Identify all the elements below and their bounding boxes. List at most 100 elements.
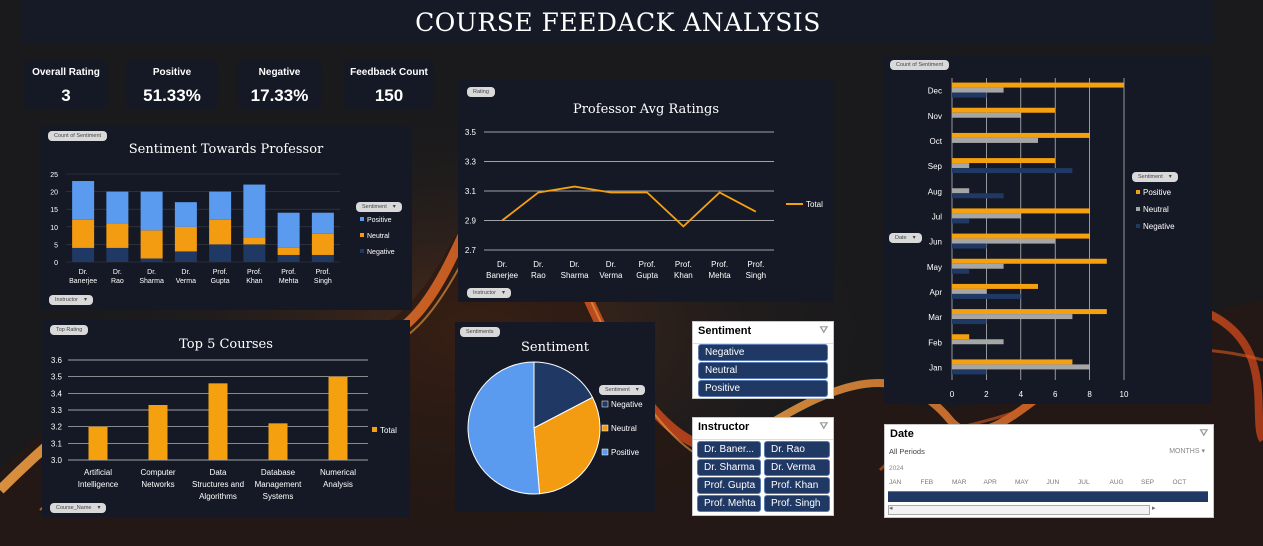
clear-filter-icon[interactable]: ⛛ xyxy=(1200,428,1208,439)
bar-segment xyxy=(140,191,163,231)
legend-swatch xyxy=(1136,190,1140,194)
slicer-item-dr-verma[interactable]: Dr. Verma xyxy=(764,459,830,476)
slicer-item-dr-sharma[interactable]: Dr. Sharma xyxy=(697,459,761,476)
timeline-month-label[interactable]: OCT xyxy=(1173,479,1187,486)
x-tick-label: Dr. xyxy=(147,269,156,276)
sentiment-filter-chip[interactable]: Sentiment ▾ xyxy=(1132,172,1178,182)
y-tick-label: Feb xyxy=(928,338,942,347)
date-filter-chip[interactable]: Date ▾ xyxy=(889,233,922,243)
y-tick-label: 2.9 xyxy=(465,217,477,226)
bar xyxy=(952,238,1056,244)
timeline-month-label[interactable]: JAN xyxy=(889,479,901,486)
bar-segment xyxy=(106,223,129,248)
course-name-filter-chip[interactable]: Course_Name ▾ xyxy=(50,503,107,513)
legend-label: Total xyxy=(806,200,823,209)
kpi-value: 17.33% xyxy=(250,86,309,105)
x-tick-label: Data xyxy=(210,468,227,477)
scroll-left-icon[interactable]: ◂ xyxy=(889,504,893,512)
bar xyxy=(952,158,1056,164)
timeline-month-label[interactable]: APR xyxy=(984,479,997,486)
x-tick-label: 4 xyxy=(1019,390,1024,399)
bar-segment xyxy=(243,184,266,238)
x-tick-label: Prof. xyxy=(213,269,228,276)
x-tick-label: 2 xyxy=(984,390,989,399)
y-tick-label: 2.7 xyxy=(465,246,477,255)
timeline-scrollbar[interactable] xyxy=(888,505,1150,515)
y-tick-label: 5 xyxy=(54,242,58,249)
kpi-positive: Positive 51.33% xyxy=(126,60,218,110)
timeline-bar[interactable] xyxy=(888,491,1208,502)
slicer-item-prof-gupta[interactable]: Prof. Gupta xyxy=(697,477,761,494)
slicer-item-prof-khan[interactable]: Prof. Khan xyxy=(764,477,830,494)
legend-swatch xyxy=(1136,207,1140,211)
bar xyxy=(952,163,970,169)
y-tick-label: 15 xyxy=(50,207,58,214)
date-timeline: Date ⛛ All Periods MONTHS ▾ 2024 JAN FEB MA… xyxy=(884,424,1214,518)
bar-segment xyxy=(72,247,95,262)
kpi-label: Overall Rating xyxy=(32,67,100,78)
sentiment-filter-chip[interactable]: Sentiment ▾ xyxy=(356,202,402,212)
bar-segment xyxy=(140,230,163,259)
y-tick-label: May xyxy=(927,263,942,272)
x-tick-label: Verma xyxy=(176,278,196,285)
sentiment-slicer: Sentiment ⛛ Negative Neutral Positive xyxy=(692,321,834,399)
bar-segment xyxy=(277,254,300,262)
x-tick-label: Khan xyxy=(246,278,262,285)
instructor-slicer: Instructor ⛛ Dr. Baner... Dr. Rao Dr. Sha… xyxy=(692,417,834,516)
timeline-month-label[interactable]: MAY xyxy=(1015,479,1029,486)
timeline-month-label[interactable]: AUG xyxy=(1110,479,1124,486)
bar xyxy=(952,364,1090,370)
x-tick-label: Prof. xyxy=(281,269,296,276)
x-tick-label: Management xyxy=(255,480,302,489)
y-tick-label: Jan xyxy=(929,363,942,372)
x-tick-label: Singh xyxy=(314,278,332,285)
slicer-item-dr-rao[interactable]: Dr. Rao xyxy=(764,441,830,458)
instructor-filter-chip[interactable]: Instructor ▾ xyxy=(467,288,511,298)
x-tick-label: Khan xyxy=(674,271,693,280)
bar-segment xyxy=(106,191,129,224)
instructor-filter-chip[interactable]: Instructor ▾ xyxy=(49,295,93,305)
scroll-right-icon[interactable]: ▸ xyxy=(1152,504,1156,512)
legend-label: Negative xyxy=(611,400,643,409)
top-courses-panel: Top Rating Top 5 Courses 3.0 3.1 3.2 3.3 3.4… xyxy=(42,320,410,517)
kpi-value: 3 xyxy=(61,86,71,105)
timeline-month-label[interactable]: SEP xyxy=(1141,479,1154,486)
timeline-month-label[interactable]: JUL xyxy=(1078,479,1090,486)
timeline-month-label[interactable]: JUN xyxy=(1047,479,1060,486)
slicer-item-negative[interactable]: Negative xyxy=(698,344,828,361)
clear-filter-icon[interactable]: ⛛ xyxy=(820,325,828,336)
legend-swatch xyxy=(372,427,377,432)
timeline-level-select[interactable]: MONTHS ▾ xyxy=(1169,447,1205,455)
timeline-month-label[interactable]: MAR xyxy=(952,479,966,486)
x-tick-label: Gupta xyxy=(636,271,658,280)
bar xyxy=(952,233,1090,239)
legend-label: Neutral xyxy=(1143,205,1169,214)
legend-swatch xyxy=(360,217,364,221)
y-tick-label: Mar xyxy=(928,313,942,322)
x-tick-label: Singh xyxy=(746,271,766,280)
slicer-item-prof-singh[interactable]: Prof. Singh xyxy=(764,495,830,512)
x-tick-label: Dr. xyxy=(497,260,507,269)
bar xyxy=(952,243,987,249)
y-tick-label: Nov xyxy=(928,112,942,121)
slicer-item-prof-mehta[interactable]: Prof. Mehta xyxy=(697,495,761,512)
slicer-item-dr-banerjee[interactable]: Dr. Baner... xyxy=(697,441,761,458)
bar-segment xyxy=(277,247,300,255)
y-tick-label: 3.0 xyxy=(51,456,63,465)
sentiment-filter-chip[interactable]: Sentiment ▾ xyxy=(599,385,645,395)
slicer-item-positive[interactable]: Positive xyxy=(698,380,828,397)
bar-segment xyxy=(209,191,232,220)
bar-segment xyxy=(174,251,197,262)
timeline-month-label[interactable]: FEB xyxy=(921,479,934,486)
clear-filter-icon[interactable]: ⛛ xyxy=(820,421,828,432)
x-tick-label: Sharma xyxy=(139,278,164,285)
bar-segment xyxy=(311,212,334,234)
y-tick-label: 10 xyxy=(50,225,58,232)
bar xyxy=(952,293,1021,299)
legend-label: Positive xyxy=(367,217,392,224)
x-tick-label: Dr. xyxy=(606,260,616,269)
bar xyxy=(952,309,1107,315)
bar xyxy=(952,82,1124,88)
slicer-item-neutral[interactable]: Neutral xyxy=(698,362,828,379)
x-tick-label: Dr. xyxy=(533,260,543,269)
